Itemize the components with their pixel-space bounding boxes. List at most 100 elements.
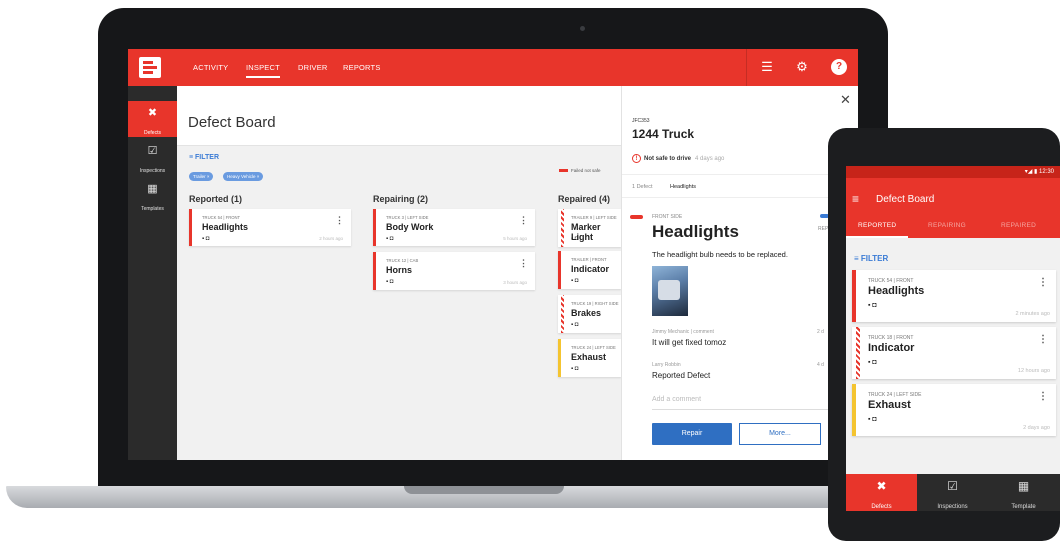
laptop-screen: ACTIVITY INSPECT DRIVER REPORTS ☰ ⚙ ? ✖ … bbox=[128, 49, 858, 460]
tab-repairing[interactable]: REPAIRING bbox=[928, 222, 966, 229]
phone-bottom-nav: ✖ Defects ☑ Inspections ▦ Template bbox=[846, 474, 1060, 511]
card-title: Indicator bbox=[868, 342, 915, 354]
card-title: Marker Light bbox=[571, 222, 601, 242]
legend-swatch bbox=[559, 169, 568, 173]
bottom-nav-label: Inspections bbox=[937, 504, 968, 510]
laptop-notch bbox=[404, 486, 564, 494]
gear-icon[interactable]: ⚙ bbox=[794, 59, 810, 75]
sidebar-item-templates[interactable]: ▦ Templates bbox=[128, 177, 177, 213]
phone-defect-card[interactable]: TRUCK 24 | LEFT SIDE Exhaust ▪ ◘ 2 days … bbox=[852, 384, 1056, 436]
board-header: Defect Board bbox=[177, 86, 621, 146]
card-meta: TRUCK 18 | FRONT bbox=[868, 335, 914, 341]
filter-chip-trailer[interactable]: Trailer × bbox=[189, 172, 214, 181]
comment-photo-icons: ▪ ◘ bbox=[571, 278, 579, 284]
defect-location: FRONT SIDE bbox=[652, 214, 683, 220]
sidebar-item-label: Templates bbox=[141, 206, 164, 212]
card-meta: TRUCK 12 | CAB bbox=[386, 258, 419, 263]
truck-photo[interactable] bbox=[652, 266, 688, 316]
filter-button[interactable]: ≡ FILTER bbox=[189, 154, 219, 161]
bottom-nav-template[interactable]: ▦ Template bbox=[988, 474, 1059, 511]
tab-headlights[interactable]: Headlights bbox=[670, 184, 696, 190]
more-options-icon[interactable]: ⋮ bbox=[1038, 277, 1048, 288]
warning-icon: ! bbox=[632, 154, 641, 163]
defect-card[interactable]: TRUCK 19 | RIGHT SIDE Brakes ▪ ◘ bbox=[558, 295, 621, 333]
column-title-reported: Reported (1) bbox=[189, 194, 243, 204]
phone-filter-button[interactable]: ≡ FILTER bbox=[854, 254, 888, 263]
card-title: Brakes bbox=[571, 308, 602, 318]
filter-chip-heavy-vehicle[interactable]: Heavy Vehicle × bbox=[223, 172, 264, 181]
tab-repaired[interactable]: REPAIRED bbox=[1001, 222, 1036, 229]
sidebar-item-defects[interactable]: ✖ Defects bbox=[128, 101, 177, 137]
card-meta: TRUCK 3 | LEFT SIDE bbox=[386, 215, 429, 220]
vehicle-code: JFC353 bbox=[632, 118, 650, 124]
comment-photo-icons: ▪ ◘ bbox=[571, 322, 579, 328]
card-title: Horns bbox=[386, 265, 413, 275]
more-options-icon[interactable]: ⋮ bbox=[519, 258, 528, 269]
safety-status: ! Not safe to drive 4 days ago bbox=[632, 154, 724, 163]
card-meta: TRAILER | FRONT bbox=[571, 257, 607, 262]
defect-card[interactable]: TRAILER | FRONT Indicator ▪ ◘ bbox=[558, 251, 621, 289]
card-title: Indicator bbox=[571, 264, 610, 274]
status-age: 4 days ago bbox=[695, 156, 725, 162]
repair-button[interactable]: Repair bbox=[652, 423, 732, 445]
phone-title: Defect Board bbox=[876, 194, 935, 205]
card-time: 5 hours ago bbox=[503, 236, 527, 241]
topbar-divider bbox=[746, 49, 747, 86]
clipboard-icon: ☑ bbox=[947, 479, 958, 493]
wrench-icon: ✖ bbox=[147, 107, 158, 119]
help-icon[interactable]: ? bbox=[831, 59, 847, 75]
more-options-icon[interactable]: ⋮ bbox=[1038, 334, 1048, 345]
comment-text: Reported Defect bbox=[652, 371, 711, 380]
nav-inspect[interactable]: INSPECT bbox=[246, 63, 280, 78]
calculator-icon: ▦ bbox=[1017, 479, 1030, 493]
checklist-icon[interactable]: ☰ bbox=[759, 59, 775, 75]
card-time: 3 hours ago bbox=[503, 280, 527, 285]
close-icon[interactable]: ✕ bbox=[840, 92, 851, 108]
clipboard-icon: ☑ bbox=[147, 145, 158, 157]
phone-defect-card[interactable]: TRUCK 18 | FRONT Indicator ▪ ◘ 12 hours … bbox=[852, 327, 1056, 379]
sidebar-item-inspections[interactable]: ☑ Inspections bbox=[128, 139, 177, 175]
comment-photo-icons: ▪ ◘ bbox=[202, 236, 210, 242]
comment-author: Jimmy Mechanic | comment bbox=[652, 329, 714, 335]
app-logo-icon[interactable] bbox=[139, 57, 161, 78]
more-options-icon[interactable]: ⋮ bbox=[335, 215, 344, 226]
comment-photo-icons: ▪ ◘ bbox=[386, 279, 394, 285]
defect-card[interactable]: TRUCK 3 | LEFT SIDE Body Work ▪ ◘ 5 hour… bbox=[373, 209, 535, 246]
filter-label: FILTER bbox=[860, 254, 889, 263]
card-time: 2 minutes ago bbox=[1015, 311, 1050, 317]
nav-driver[interactable]: DRIVER bbox=[298, 63, 328, 72]
nav-activity[interactable]: ACTIVITY bbox=[193, 63, 228, 72]
defect-card[interactable]: TRUCK 12 | CAB Horns ▪ ◘ 3 hours ago ⋮ bbox=[373, 252, 535, 290]
card-meta: TRAILER 9 | LEFT SIDE bbox=[571, 215, 617, 220]
device-mockup-scene: ACTIVITY INSPECT DRIVER REPORTS ☰ ⚙ ? ✖ … bbox=[0, 0, 1060, 541]
bottom-nav-label: Defects bbox=[871, 504, 892, 510]
bottom-nav-inspections[interactable]: ☑ Inspections bbox=[917, 474, 988, 511]
phone-frame: ▾◢ ▮ 12:30 ≡ Defect Board REPORTED REPAI… bbox=[828, 128, 1060, 541]
menu-icon[interactable]: ≡ bbox=[852, 192, 859, 206]
more-options-icon[interactable]: ⋮ bbox=[519, 215, 528, 226]
tab-defect-count[interactable]: 1 Defect bbox=[632, 184, 652, 190]
tab-reported[interactable]: REPORTED bbox=[858, 222, 896, 229]
camera-dot bbox=[580, 26, 585, 31]
comment-photo-icons: ▪ ◘ bbox=[868, 302, 877, 309]
comment-day: 4 d bbox=[817, 362, 824, 368]
defect-card[interactable]: TRUCK 54 | FRONT Headlights ▪ ◘ 2 hours … bbox=[189, 209, 351, 246]
bottom-nav-defects[interactable]: ✖ Defects bbox=[846, 474, 917, 511]
card-title: Exhaust bbox=[571, 352, 607, 362]
phone-defect-card[interactable]: TRUCK 54 | FRONT Headlights ▪ ◘ 2 minute… bbox=[852, 270, 1056, 322]
defect-card[interactable]: TRAILER 9 | LEFT SIDE Marker Light ▪ ◘ bbox=[558, 209, 621, 247]
more-options-icon[interactable]: ⋮ bbox=[1038, 391, 1048, 402]
status-text: Not safe to drive bbox=[644, 156, 692, 162]
page-title: Defect Board bbox=[188, 114, 276, 131]
nav-reports[interactable]: REPORTS bbox=[343, 63, 381, 72]
bottom-nav-label: Template bbox=[1011, 504, 1036, 510]
phone-app-bar: ≡ Defect Board REPORTED REPAIRING REPAIR… bbox=[846, 178, 1060, 238]
defect-title: Headlights bbox=[652, 222, 739, 241]
defect-card[interactable]: TRUCK 24 | LEFT SIDE Exhaust ▪ ◘ bbox=[558, 339, 621, 377]
filter-label: FILTER bbox=[195, 154, 220, 161]
more-button[interactable]: More... bbox=[739, 423, 821, 445]
calculator-icon: ▦ bbox=[147, 183, 158, 195]
phone-screen: ▾◢ ▮ 12:30 ≡ Defect Board REPORTED REPAI… bbox=[846, 166, 1060, 511]
card-meta: TRUCK 54 | FRONT bbox=[868, 278, 914, 284]
comment-input[interactable]: Add a comment bbox=[652, 396, 842, 410]
